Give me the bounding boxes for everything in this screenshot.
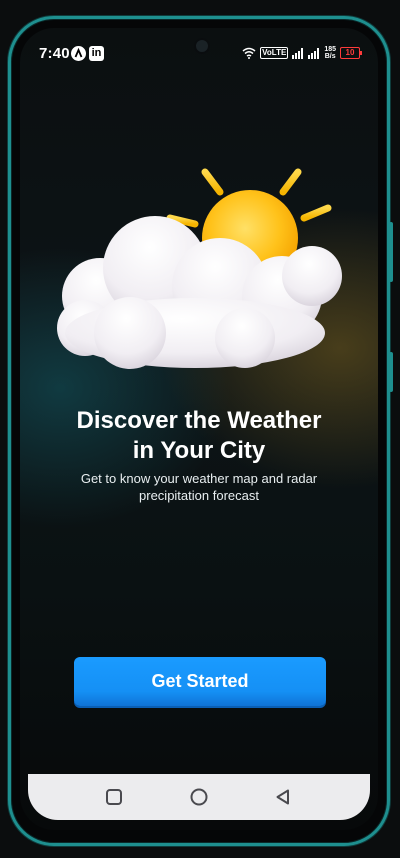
home-icon[interactable] (189, 787, 209, 807)
get-started-button[interactable]: Get Started (74, 657, 326, 706)
page-subtitle-line-1: Get to know your weather map and radar (80, 471, 318, 486)
page-subtitle-line-2: precipitation forecast (139, 488, 259, 503)
page-title-line-1: Discover the Weather (76, 407, 322, 434)
power-button (389, 352, 393, 392)
system-nav-bar (28, 774, 370, 820)
page-title-line-2: in Your City (132, 437, 266, 464)
cloud (57, 216, 342, 369)
page-title: Discover the Weather in Your City (20, 406, 378, 466)
volume-button (389, 222, 393, 282)
back-icon[interactable] (273, 787, 293, 807)
recent-apps-icon[interactable] (104, 787, 124, 807)
page-subtitle: Get to know your weather map and radar p… (40, 470, 358, 504)
phone-screen: 7:40 in VoLTE 185 B/s 10 Discover the We… (20, 28, 378, 830)
sun-behind-cloud-icon (57, 153, 342, 369)
